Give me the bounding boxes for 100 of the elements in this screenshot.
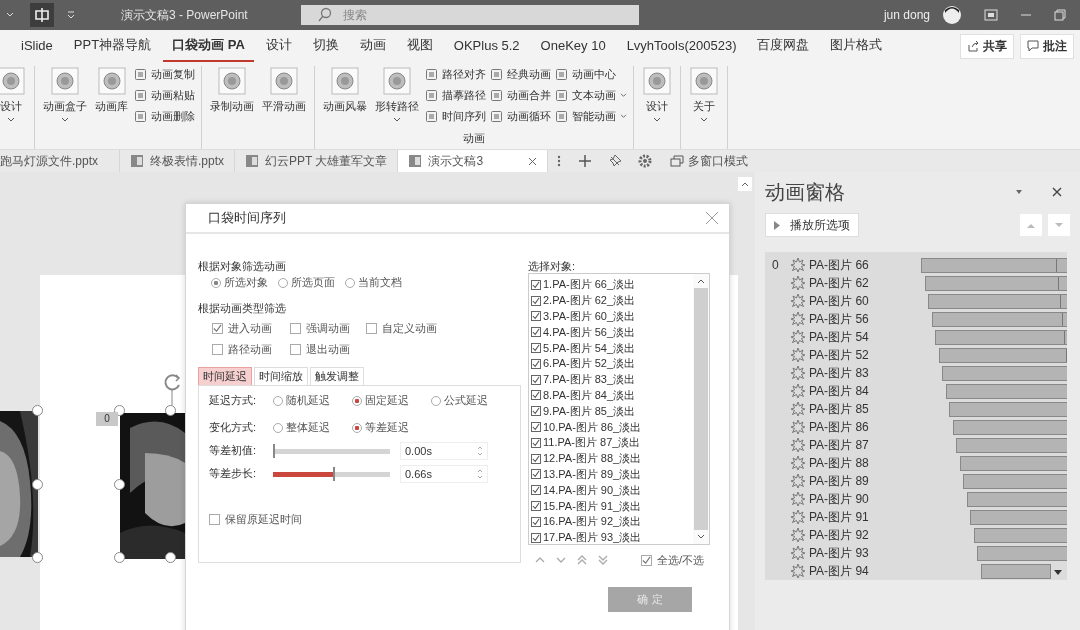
resize-handle[interactable] [114, 552, 125, 563]
list-item[interactable]: 1.PA-图片 66_淡出 [531, 277, 693, 293]
search-field[interactable]: 搜索 [301, 5, 639, 25]
resize-handle[interactable] [114, 479, 125, 490]
list-item[interactable]: 12.PA-图片 88_淡出 [531, 450, 693, 467]
radio-option[interactable]: 随机延迟 [273, 393, 330, 408]
share-button[interactable]: 共享 [960, 33, 1014, 59]
ribbon-tab[interactable]: iSlide [12, 31, 62, 61]
checkbox[interactable] [209, 514, 220, 525]
checkbox[interactable] [531, 532, 541, 543]
list-item[interactable]: 3.PA-图片 60_淡出 [531, 308, 693, 325]
dialog-tab[interactable]: 时间延迟 [198, 367, 252, 385]
ribbon-button[interactable]: 设计 [0, 66, 28, 123]
checkbox[interactable] [531, 327, 541, 338]
list-item[interactable]: 14.PA-图片 90_淡出 [531, 482, 693, 499]
radio-button[interactable] [352, 395, 362, 406]
list-item[interactable]: 15.PA-图片 91_淡出 [531, 498, 693, 514]
animation-item[interactable]: PA-图片 88 [809, 454, 921, 472]
ribbon-button[interactable]: 时间序列 [425, 108, 486, 125]
checkbox[interactable] [290, 323, 301, 334]
checkbox-option[interactable]: 进入动画 [212, 321, 290, 336]
ribbon-tab[interactable]: 百度网盘 [748, 30, 819, 62]
select-all-option[interactable]: 全选/不选 [640, 552, 704, 568]
checkbox[interactable] [290, 344, 301, 355]
ribbon-button[interactable]: 路径对齐 [425, 66, 486, 83]
checkbox[interactable] [366, 323, 377, 334]
radio-option[interactable]: 当前文档 [345, 275, 402, 290]
number-field[interactable]: 0.66s [400, 464, 488, 483]
checkbox[interactable] [531, 501, 541, 512]
animation-item[interactable]: PA-图片 94 [809, 562, 921, 580]
list-item[interactable]: 5.PA-图片 54_淡出 [531, 340, 693, 356]
settings-icon[interactable] [638, 154, 653, 168]
checkbox[interactable] [212, 323, 223, 334]
ribbon-tab[interactable]: 视图 [397, 30, 442, 62]
checkbox[interactable] [531, 437, 541, 448]
slider[interactable] [273, 466, 390, 481]
ribbon-button[interactable]: 经典动画 [490, 66, 551, 83]
ribbon-tab[interactable]: 动画 [350, 30, 395, 62]
display-options-icon[interactable] [984, 9, 998, 21]
list-item[interactable]: 2.PA-图片 62_淡出 [531, 292, 693, 309]
checkbox[interactable] [531, 311, 541, 322]
ribbon-button[interactable]: 动画中心 [555, 66, 627, 83]
ribbon-button[interactable]: 动画库 [93, 66, 130, 114]
list-item[interactable]: 8.PA-图片 84_淡出 [531, 387, 693, 404]
animation-item[interactable]: PA-图片 91 [809, 508, 921, 526]
scrollbar[interactable] [693, 274, 709, 544]
list-item[interactable]: 13.PA-图片 89_淡出 [531, 466, 693, 483]
dialog-tab[interactable]: 触发调整 [310, 367, 364, 385]
checkbox-option[interactable]: 强调动画 [290, 321, 366, 336]
ribbon-tab[interactable]: 图片格式 [821, 30, 892, 62]
checkbox[interactable] [531, 422, 541, 433]
radio-button[interactable] [211, 277, 221, 288]
checkbox[interactable] [531, 406, 541, 417]
radio-option[interactable]: 所选页面 [278, 275, 335, 290]
app-icon[interactable] [30, 3, 54, 27]
animation-item[interactable]: PA-图片 54 [809, 328, 921, 346]
ribbon-button[interactable]: 平滑动画 [260, 66, 308, 114]
checkbox[interactable] [531, 516, 541, 527]
ribbon-tab[interactable]: 切换 [303, 30, 348, 62]
list-item[interactable]: 10.PA-图片 86_淡出 [531, 419, 693, 435]
resize-handle[interactable] [32, 552, 43, 563]
animation-item[interactable]: PA-图片 89 [809, 472, 921, 490]
checkbox[interactable] [531, 343, 541, 354]
animation-item[interactable]: PA-图片 86 [809, 418, 921, 436]
checkbox[interactable] [531, 469, 541, 480]
checkbox[interactable] [640, 554, 652, 566]
checkbox-option[interactable]: 保留原延迟时间 [209, 512, 510, 527]
radio-option[interactable]: 等差延迟 [352, 420, 409, 435]
radio-option[interactable]: 公式延迟 [431, 393, 488, 408]
resize-handle[interactable] [165, 552, 176, 563]
animation-item[interactable]: PA-图片 92 [809, 526, 921, 544]
animation-item[interactable]: PA-图片 93 [809, 544, 921, 562]
checkbox[interactable] [531, 279, 541, 290]
ribbon-button[interactable]: 智能动画 [555, 108, 627, 125]
checkbox-option[interactable]: 退出动画 [290, 342, 366, 357]
checkbox[interactable] [531, 453, 541, 464]
animation-item[interactable]: PA-图片 90 [809, 490, 921, 508]
radio-option[interactable]: 整体延迟 [273, 420, 330, 435]
ribbon-button[interactable]: 动画合并 [490, 87, 551, 104]
ribbon-button[interactable]: 设计 [640, 66, 674, 123]
radio-option[interactable]: 所选对象 [211, 275, 268, 290]
more-icon[interactable] [556, 154, 563, 168]
list-item[interactable]: 9.PA-图片 85_淡出 [531, 403, 693, 420]
list-item[interactable]: 17.PA-图片 93_淡出 [531, 529, 693, 544]
scroll-up-icon[interactable] [738, 177, 752, 191]
number-field[interactable]: 0.00s [400, 441, 488, 460]
scrollbar-thumb[interactable] [694, 288, 708, 530]
list-item[interactable]: 6.PA-图片 52_淡出 [531, 356, 693, 372]
resize-handle[interactable] [32, 405, 43, 416]
animation-item[interactable]: PA-图片 60 [809, 292, 921, 310]
ribbon-button[interactable]: 动画循环 [490, 108, 551, 125]
user-name[interactable]: jun dong [883, 8, 930, 22]
ribbon-tab[interactable]: PPT神器导航 [64, 30, 161, 62]
checkbox[interactable] [531, 374, 541, 385]
dialog-tab[interactable]: 时间缩放 [254, 367, 308, 385]
list-item[interactable]: 7.PA-图片 83_淡出 [531, 371, 693, 388]
animation-item[interactable]: PA-图片 62 [809, 274, 921, 292]
animation-item[interactable]: PA-图片 56 [809, 310, 921, 328]
caret-icon[interactable] [66, 11, 76, 19]
ribbon-button[interactable]: 录制动画 [208, 66, 256, 114]
